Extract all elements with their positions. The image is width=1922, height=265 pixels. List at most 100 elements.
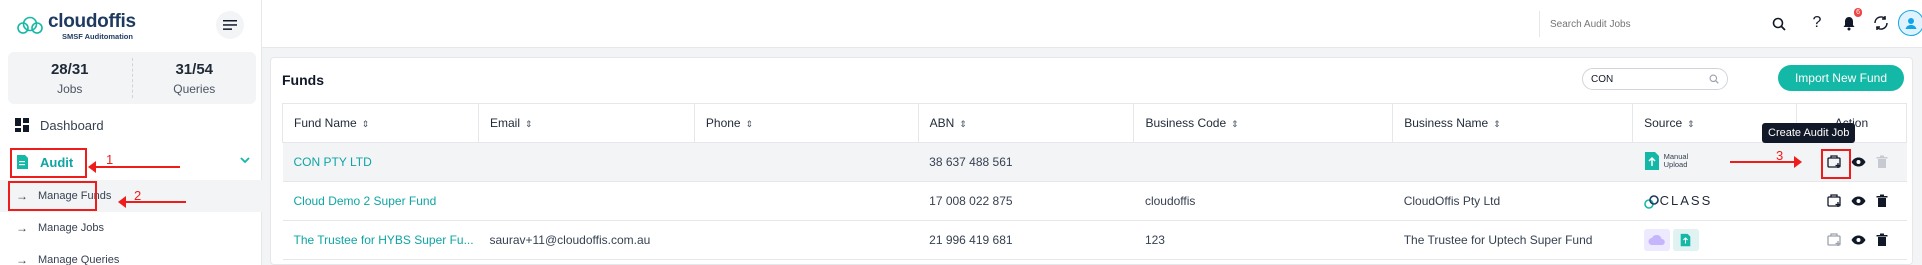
table-row[interactable]: Cloud Demo 2 Super Fund 17 008 022 875 c… (282, 181, 1907, 221)
help-icon[interactable]: ? (1806, 12, 1828, 34)
business-name-cell: CloudOffis Pty Ltd (1392, 181, 1633, 221)
row-actions (1807, 231, 1906, 249)
column-label: Phone (705, 116, 741, 130)
business-code-cell: 123 (1133, 220, 1393, 260)
logo[interactable]: cloudoffis SMSF Auditomation (16, 6, 136, 46)
sidebar-item-dashboard-label: Dashboard (40, 117, 104, 133)
column-header-email[interactable]: Email ⇕ (477, 103, 695, 143)
business-name-cell: The Trustee for Uptech Super Fund (1392, 220, 1633, 260)
column-label: Business Code (1145, 116, 1227, 130)
email-cell (478, 181, 695, 221)
manual-upload-icon (1644, 151, 1659, 170)
create-audit-job-button[interactable] (1825, 192, 1843, 210)
create-audit-job-button[interactable] (1821, 149, 1852, 179)
create-job-icon (1827, 233, 1841, 246)
sidebar-stats: 28/31 Jobs 31/54 Queries (8, 52, 256, 104)
column-label: Source (1644, 116, 1683, 130)
fund-name-cell[interactable]: The Trustee for HYBS Super Fu... (282, 220, 479, 260)
dashboard-icon (14, 117, 30, 133)
sidebar-item-audit[interactable]: Audit (0, 144, 262, 180)
notification-badge: 6 (1854, 8, 1862, 17)
funds-table: Fund Name ⇕ Email ⇕ Phone ⇕ ABN ⇕ Business C… (282, 103, 1908, 260)
phone-cell (694, 142, 919, 182)
create-job-icon (1827, 194, 1841, 207)
table-row[interactable]: CON PTY LTD 38 637 488 561 Manual Upload (282, 142, 1907, 182)
class-source-text: CLASS (1659, 193, 1713, 209)
column-header-business-code[interactable]: Business Code ⇕ (1133, 103, 1394, 143)
column-label: Fund Name (294, 116, 357, 130)
top-icons: ? 6 (1806, 8, 1892, 34)
queries-stat-label: Queries (173, 81, 216, 96)
arrow-right-icon: → (16, 221, 28, 235)
email-cell (478, 142, 695, 182)
table-row[interactable]: The Trustee for HYBS Super Fu... saurav+… (282, 220, 1907, 260)
fund-name-cell[interactable]: CON PTY LTD (282, 142, 479, 182)
logo-text: cloudoffis SMSF Auditomation (48, 12, 136, 41)
avatar[interactable] (1898, 10, 1922, 36)
search-icon[interactable] (1772, 17, 1786, 31)
business-code-cell (1133, 142, 1393, 182)
search-icon (1709, 74, 1719, 84)
import-new-fund-button[interactable]: Import New Fund (1778, 65, 1904, 91)
search-input[interactable] (1550, 18, 1760, 30)
fund-name-cell[interactable]: Cloud Demo 2 Super Fund (282, 181, 479, 221)
cloud-source-icon (1643, 229, 1670, 251)
queries-stat-value: 31/54 (175, 60, 214, 78)
trash-icon (1876, 155, 1888, 168)
user-avatar-icon (1905, 18, 1917, 29)
row-actions (1807, 149, 1906, 179)
cloud-logo-icon (17, 16, 43, 34)
funds-filter-input[interactable] (1591, 73, 1709, 85)
menu-icon (223, 20, 237, 30)
view-eye-button[interactable] (1849, 153, 1867, 171)
sort-icon: ⇕ (1687, 119, 1695, 129)
create-audit-job-button[interactable] (1825, 231, 1843, 249)
abn-cell: 17 008 022 875 (918, 181, 1134, 221)
view-eye-button[interactable] (1849, 192, 1867, 210)
sync-icon[interactable] (1870, 12, 1892, 34)
sidebar-subitem-manage-jobs[interactable]: → Manage Jobs (0, 212, 262, 244)
manual-upload-icon (1672, 229, 1699, 251)
business-code-cell: cloudoffis (1133, 181, 1393, 221)
manual-upload-text: Manual Upload (1663, 152, 1689, 169)
eye-icon (1851, 235, 1866, 245)
sort-icon: ⇕ (1493, 119, 1501, 129)
create-audit-job-tooltip: Create Audit Job (1762, 123, 1856, 143)
annotation-arrow-3 (1730, 156, 1802, 168)
column-label: Business Name (1404, 116, 1489, 130)
manual-upload-source: Manual Upload (1644, 151, 1689, 171)
sidebar-subitem-manage-funds[interactable]: → Manage Funds (0, 180, 262, 212)
delete-button[interactable] (1873, 153, 1891, 171)
column-header-business-name[interactable]: Business Name ⇕ (1392, 103, 1634, 143)
sidebar-item-dashboard[interactable]: Dashboard (0, 108, 262, 142)
delete-button[interactable] (1873, 231, 1891, 249)
sort-icon: ⇕ (745, 119, 754, 129)
column-header-fund-name[interactable]: Fund Name ⇕ (282, 103, 479, 143)
logo-name: cloudoffis (48, 10, 136, 32)
column-header-abn[interactable]: ABN ⇕ (917, 103, 1135, 143)
eye-icon (1851, 157, 1866, 167)
abn-cell: 38 637 488 561 (918, 142, 1134, 182)
column-label: Email (489, 116, 520, 130)
jobs-stat[interactable]: 28/31 Jobs (8, 52, 132, 104)
delete-button[interactable] (1873, 192, 1891, 210)
row-actions (1807, 192, 1906, 210)
menu-toggle-button[interactable] (216, 11, 244, 39)
sidebar-subitem-manage-queries[interactable]: → Manage Queries (0, 244, 262, 265)
phone-cell (694, 220, 919, 260)
view-eye-button[interactable] (1849, 231, 1867, 249)
abn-cell: 21 996 419 681 (918, 220, 1134, 260)
bell-icon[interactable]: 6 (1838, 8, 1862, 34)
chevron-down-icon (240, 157, 250, 164)
manual-upload-line-2: Upload (1663, 159, 1688, 169)
queries-stat[interactable]: 31/54 Queries (131, 58, 257, 98)
class-source-logo: CLASS (1643, 193, 1713, 209)
column-header-phone[interactable]: Phone ⇕ (693, 103, 919, 143)
jobs-stat-label: Jobs (57, 81, 83, 96)
email-cell: saurav+11@cloudoffis.com.au (478, 220, 695, 260)
eye-icon (1851, 196, 1866, 206)
phone-cell (694, 181, 919, 221)
action-cell (1796, 220, 1907, 260)
source-cell: CLASS (1632, 181, 1797, 221)
source-cell (1632, 220, 1797, 260)
